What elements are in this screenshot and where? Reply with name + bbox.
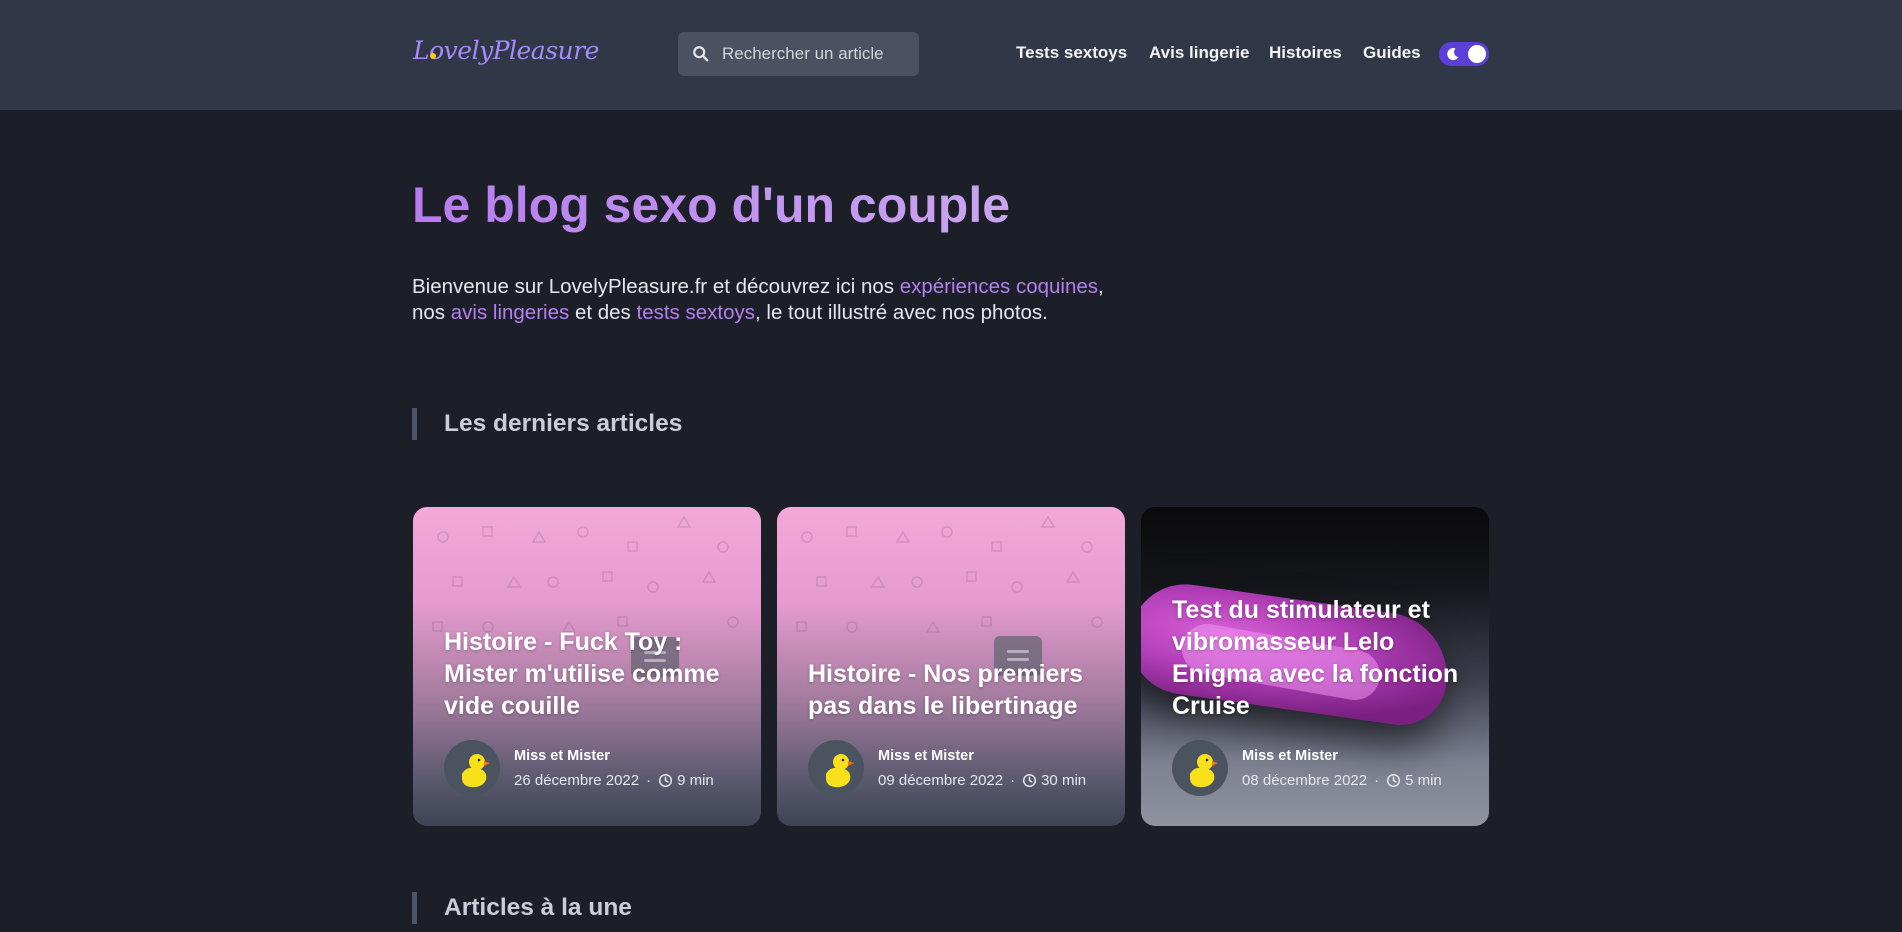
- avatar: [444, 740, 500, 796]
- link-avis-lingeries[interactable]: avis lingeries: [451, 301, 570, 324]
- nav-avis-lingerie[interactable]: Avis lingerie: [1149, 43, 1249, 63]
- duck-icon: [826, 754, 854, 788]
- meta-separator: ·: [1010, 772, 1016, 789]
- article-title[interactable]: Histoire - Nos premiers pas dans le libe…: [808, 658, 1097, 722]
- search-input[interactable]: Rechercher un article: [678, 32, 919, 76]
- publish-date: 09 décembre 2022: [878, 772, 1004, 789]
- read-time: 5 min: [1405, 772, 1442, 789]
- site-header: LovelyPleasure Rechercher un article Tes…: [0, 0, 1902, 110]
- section-heading-featured: Articles à la une: [412, 892, 632, 924]
- article-card[interactable]: Histoire - Nos premiers pas dans le libe…: [777, 507, 1125, 826]
- read-time: 9 min: [677, 772, 714, 789]
- nav-histoires[interactable]: Histoires: [1269, 43, 1342, 63]
- intro-segment: , le tout illustré avec nos photos.: [755, 301, 1048, 324]
- theme-toggle[interactable]: [1439, 42, 1489, 66]
- publish-date: 08 décembre 2022: [1242, 772, 1368, 789]
- author-name: Miss et Mister: [1242, 748, 1338, 764]
- article-meta: 08 décembre 2022 · 5 min: [1242, 772, 1442, 789]
- link-experiences-coquines[interactable]: expériences coquines: [900, 275, 1098, 298]
- meta-separator: ·: [1374, 772, 1380, 789]
- intro-segment: nos: [412, 301, 451, 324]
- meta-separator: ·: [646, 772, 652, 789]
- section-heading-latest: Les derniers articles: [412, 408, 682, 440]
- logo-dot: [430, 53, 436, 59]
- article-meta: 26 décembre 2022 · 9 min: [514, 772, 714, 789]
- article-title[interactable]: Test du stimulateur et vibromasseur Lelo…: [1172, 594, 1461, 722]
- clock-icon: [1023, 773, 1037, 788]
- intro-segment: Bienvenue sur LovelyPleasure.fr et décou…: [412, 275, 900, 298]
- author-name: Miss et Mister: [878, 748, 974, 764]
- moon-icon: [1447, 48, 1459, 61]
- search-icon: [693, 46, 709, 62]
- link-tests-sextoys[interactable]: tests sextoys: [637, 301, 756, 324]
- duck-icon: [462, 754, 490, 788]
- search-placeholder: Rechercher un article: [722, 44, 884, 63]
- publish-date: 26 décembre 2022: [514, 772, 640, 789]
- article-meta: 09 décembre 2022 · 30 min: [878, 772, 1086, 789]
- nav-tests-sextoys[interactable]: Tests sextoys: [1016, 43, 1127, 63]
- avatar: [1172, 740, 1228, 796]
- article-card[interactable]: Histoire - Fuck Toy : Mister m'utilise c…: [413, 507, 761, 826]
- article-title[interactable]: Histoire - Fuck Toy : Mister m'utilise c…: [444, 626, 733, 722]
- read-time: 30 min: [1041, 772, 1087, 789]
- duck-icon: [1190, 754, 1218, 788]
- toggle-knob: [1468, 45, 1486, 63]
- logo-text: LovelyPleasure: [413, 36, 599, 65]
- intro-segment: ,: [1098, 275, 1104, 298]
- article-card[interactable]: Test du stimulateur et vibromasseur Lelo…: [1141, 507, 1489, 826]
- page-title: Le blog sexo d'un couple: [412, 177, 1011, 233]
- avatar: [808, 740, 864, 796]
- clock-icon: [659, 773, 673, 788]
- author-name: Miss et Mister: [514, 748, 610, 764]
- intro-text: Bienvenue sur LovelyPleasure.fr et décou…: [412, 274, 1152, 326]
- intro-segment: et des: [569, 301, 637, 324]
- clock-icon: [1387, 773, 1401, 788]
- nav-guides[interactable]: Guides: [1363, 43, 1421, 63]
- site-logo[interactable]: LovelyPleasure: [413, 36, 599, 65]
